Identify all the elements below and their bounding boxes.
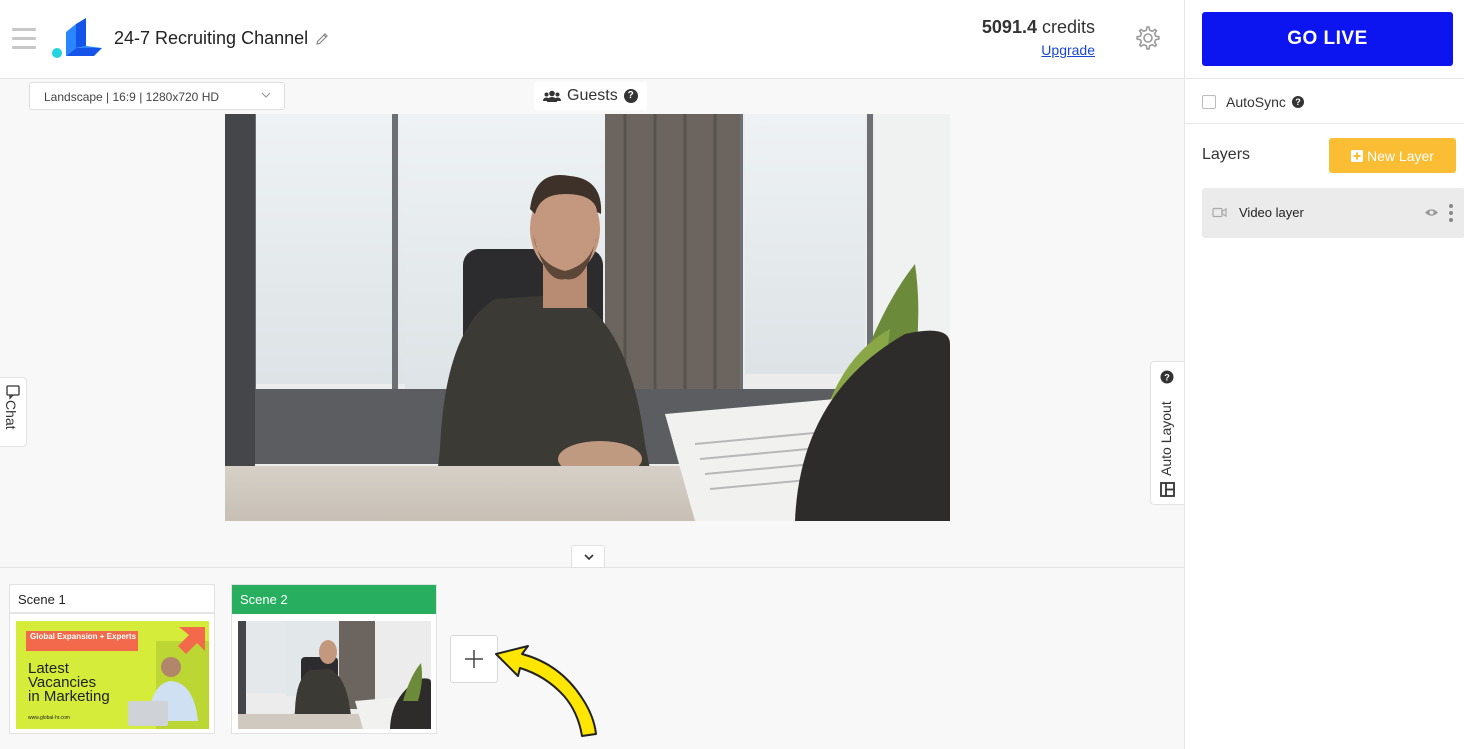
thumb-badge: Global Expansion + Experts [30, 632, 137, 641]
credits-display: 5091.4 credits [982, 17, 1095, 38]
auto-layout-icon [1160, 482, 1175, 497]
video-canvas[interactable] [225, 114, 950, 521]
autosync-row: AutoSync ? [1202, 94, 1304, 110]
auto-layout-tab[interactable]: ? Auto Layout [1150, 361, 1184, 505]
layers-title: Layers [1202, 146, 1251, 163]
new-layer-button[interactable]: New Layer [1329, 138, 1456, 173]
gear-icon[interactable] [1134, 24, 1162, 52]
kebab-menu-icon[interactable] [1448, 203, 1454, 223]
scene-card-active[interactable]: Scene 2 [231, 584, 437, 734]
chat-tab[interactable]: Chat [0, 377, 27, 447]
scene-title: Scene 2 [232, 585, 436, 614]
help-icon[interactable]: ? [623, 89, 638, 103]
pointing-arrow [495, 645, 597, 737]
scene-title: Scene 1 [10, 585, 214, 614]
layer-item[interactable]: Video layer [1202, 188, 1464, 238]
eye-icon[interactable] [1424, 207, 1439, 218]
resolution-value: Landscape | 16:9 | 1280x720 HD [44, 90, 220, 104]
app-root: 24-7 Recruiting Channel 5091.4 credits U… [0, 0, 1464, 749]
guests-button[interactable]: Guests ? [534, 82, 647, 110]
new-layer-label: New Layer [1367, 147, 1434, 164]
help-icon[interactable]: ? [1160, 370, 1174, 384]
users-icon [543, 90, 561, 102]
thumb-headline-3: in Marketing [28, 688, 110, 705]
svg-text:?: ? [1164, 373, 1170, 383]
stage-area: Landscape | 16:9 | 1280x720 HD Guests ? [0, 79, 1184, 567]
autosync-checkbox[interactable] [1202, 95, 1216, 109]
thumb-footer: www.global-hr.com [28, 715, 70, 721]
help-icon[interactable]: ? [1291, 96, 1304, 108]
chat-label: Chat [3, 400, 19, 430]
upgrade-link[interactable]: Upgrade [1041, 42, 1095, 58]
scene-thumbnail: Global Expansion + Experts Latest Vacanc… [16, 621, 209, 729]
credits-value: 5091.4 [981, 17, 1037, 37]
header-divider [1184, 0, 1185, 79]
app-logo [52, 18, 102, 58]
chevron-down-icon [261, 92, 271, 98]
chevron-down-icon [584, 554, 594, 561]
scene-thumbnail [238, 621, 431, 729]
layer-name: Video layer [1239, 205, 1304, 220]
plus-icon [465, 650, 483, 668]
hamburger-icon[interactable] [12, 28, 36, 50]
resolution-select[interactable]: Landscape | 16:9 | 1280x720 HD [29, 82, 285, 110]
go-live-button[interactable]: GO LIVE [1202, 12, 1453, 66]
pencil-icon[interactable] [314, 31, 330, 47]
collapse-scenes-button[interactable] [571, 545, 605, 567]
right-panel: AutoSync ? Layers New Layer Video layer [1184, 79, 1464, 749]
plus-icon [1351, 149, 1364, 162]
chat-icon [6, 385, 20, 400]
scene-strip: Scene 1 Global Expansion + Experts Lates… [0, 567, 1184, 749]
channel-title: 24-7 Recruiting Channel [114, 28, 309, 48]
panel-divider [1185, 123, 1464, 124]
guests-label: Guests [567, 87, 618, 104]
credits-unit: credits [1041, 17, 1095, 37]
scene-card[interactable]: Scene 1 Global Expansion + Experts Lates… [9, 584, 215, 734]
auto-layout-label: Auto Layout [1158, 401, 1174, 476]
video-camera-icon [1212, 207, 1227, 218]
autosync-label: AutoSync [1226, 94, 1286, 110]
top-header: 24-7 Recruiting Channel 5091.4 credits U… [0, 0, 1464, 79]
